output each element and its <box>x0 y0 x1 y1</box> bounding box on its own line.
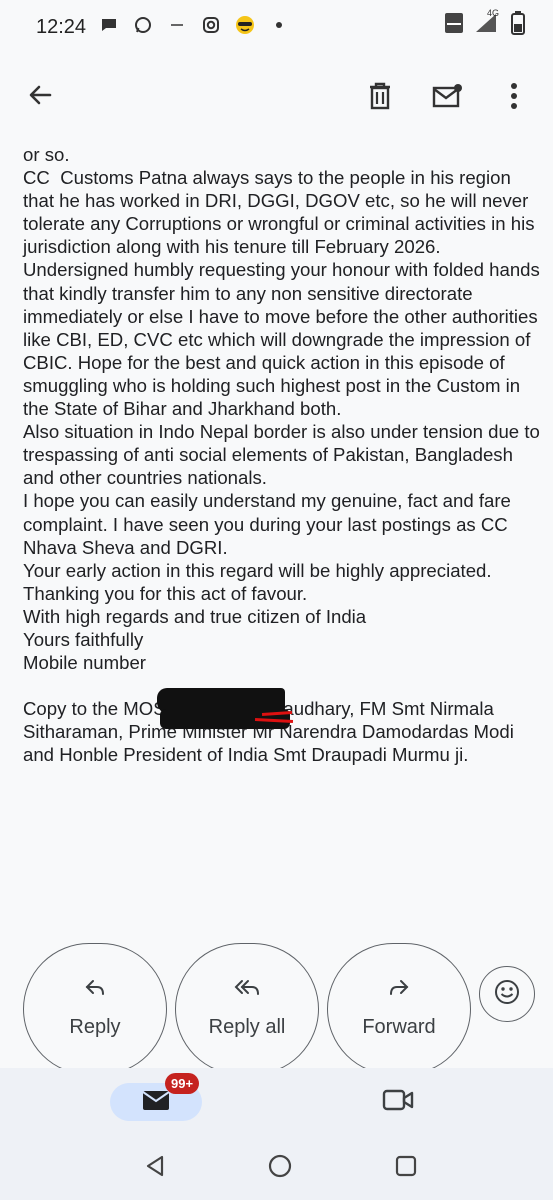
reply-button[interactable]: Reply <box>23 943 167 1075</box>
email-line: or so. <box>23 144 70 165</box>
email-line: Thanking you for this act of favour. <box>23 582 308 604</box>
status-right-icons: 4G <box>443 8 529 35</box>
more-vert-icon <box>510 82 518 115</box>
mark-unread-icon <box>432 83 464 114</box>
dash-icon <box>166 14 188 36</box>
notification-icons <box>98 14 290 36</box>
reply-all-button[interactable]: Reply all <box>175 943 319 1075</box>
video-camera-icon <box>382 1088 414 1117</box>
more-options-button[interactable] <box>490 74 538 122</box>
square-recents-icon <box>394 1154 418 1183</box>
circle-home-icon <box>267 1153 293 1184</box>
delete-icon <box>367 82 393 115</box>
mail-icon <box>142 1089 170 1116</box>
status-bar: 12:24 4G <box>0 0 553 58</box>
email-body: or so. CC Customs Patna always says to th… <box>23 143 543 766</box>
triangle-back-icon <box>144 1154 166 1183</box>
forward-label: Forward <box>362 1016 436 1038</box>
status-time: 12:24 <box>36 16 87 38</box>
meet-tab[interactable] <box>378 1084 418 1120</box>
reply-icon <box>84 979 106 1002</box>
smiley-icon <box>493 978 521 1011</box>
dot-icon <box>268 14 290 36</box>
reply-all-icon <box>233 979 261 1002</box>
battery-icon <box>507 11 529 35</box>
add-reaction-button[interactable] <box>479 966 535 1022</box>
emoji-sunglasses-icon <box>234 14 256 36</box>
system-back-button[interactable] <box>137 1150 173 1186</box>
reply-label: Reply <box>69 1016 121 1038</box>
email-line: Your early action in this regard will be… <box>23 559 492 581</box>
email-line: Mobile number <box>23 652 146 674</box>
unread-count-badge: 99+ <box>165 1073 200 1094</box>
email-line: Also situation in Indo Nepal border is a… <box>23 421 545 489</box>
instagram-icon <box>200 14 222 36</box>
whatsapp-icon <box>132 14 154 36</box>
email-line: Yours faithfully <box>23 628 144 650</box>
email-line: I hope you can easily understand my genu… <box>23 490 517 558</box>
volte-icon <box>443 12 465 34</box>
network-label: 4G <box>486 8 499 18</box>
forward-button[interactable]: Forward <box>327 943 471 1075</box>
forward-icon <box>388 979 410 1002</box>
back-arrow-icon <box>26 81 54 114</box>
bottom-navigation <box>0 1068 553 1134</box>
system-recents-button[interactable] <box>388 1150 424 1186</box>
system-home-button[interactable] <box>262 1150 298 1186</box>
mark-unread-button[interactable] <box>424 74 472 122</box>
reply-all-label: Reply all <box>208 1016 286 1038</box>
back-button[interactable] <box>16 73 64 121</box>
email-line: With high regards and true citizen of In… <box>23 605 367 627</box>
app-bar <box>0 58 553 138</box>
delete-button[interactable] <box>356 74 404 122</box>
signal-4g-icon: 4G <box>473 8 499 34</box>
email-line: Undersigned humbly requesting your honou… <box>23 259 545 420</box>
email-line: CC Customs Patna always says to the peop… <box>23 167 540 258</box>
chat-bubble-icon <box>98 14 120 36</box>
